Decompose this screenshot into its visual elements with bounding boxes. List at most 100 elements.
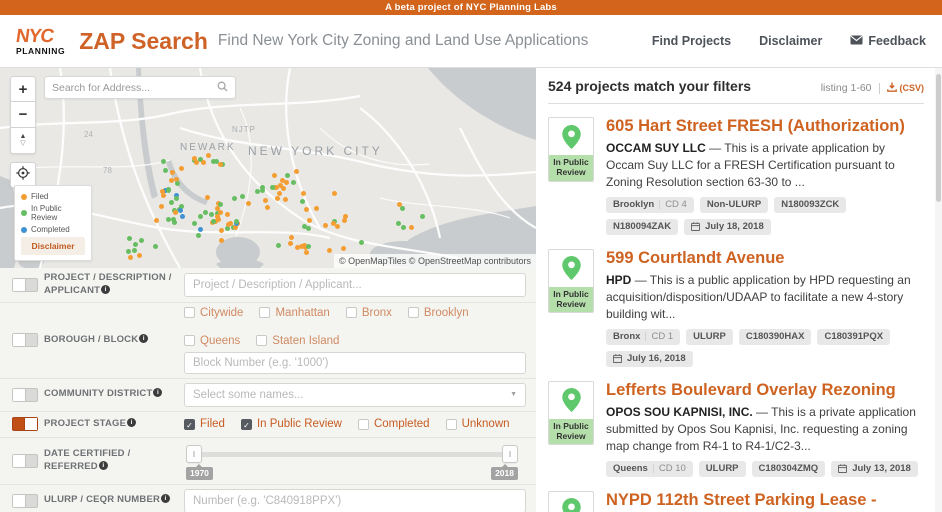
slider-handle-max[interactable]: ‖ [502, 444, 518, 463]
checkbox-in-public-review[interactable]: In Public Review [240, 418, 342, 430]
application-number-tag: N180094ZAK [606, 218, 679, 235]
map-zoom-in-button[interactable]: + [10, 76, 36, 102]
project-filter-label: PROJECT / DESCRIPTION / APPLICANT i [44, 272, 172, 296]
project-status-icon[interactable]: In Public Review [548, 380, 594, 477]
map-pin-icon [549, 250, 593, 287]
block-number-input[interactable] [184, 351, 526, 374]
page-scrollbar[interactable] [935, 68, 942, 512]
scrollbar-thumb[interactable] [936, 74, 941, 202]
community-district-select[interactable]: Select some names... ▼ [184, 382, 526, 407]
project-description: OCCAM SUY LLC — This is a private applic… [606, 140, 895, 189]
date-tag: July 16, 2018 [606, 350, 693, 367]
filter-row-ulurp-number: ULURP / CEQR NUMBER i [0, 485, 536, 512]
application-number-tag: C180390HAX [738, 328, 812, 345]
slider-handle-min[interactable]: ‖ [186, 444, 202, 463]
search-icon [217, 79, 228, 97]
legend-disclaimer-button[interactable]: Disclaimer [21, 237, 85, 255]
community-district-toggle[interactable] [12, 387, 38, 402]
project-title[interactable]: 599 Courtlandt Avenue [606, 249, 924, 269]
compass-down-icon: ▽ [20, 139, 26, 147]
toggle-thumb [13, 494, 26, 507]
checkbox-filed[interactable]: Filed [184, 418, 225, 430]
slider-track[interactable] [188, 451, 516, 457]
checkbox-icon [407, 307, 419, 319]
info-icon[interactable]: i [161, 494, 171, 504]
legend-item-filed: Filed [21, 192, 85, 201]
status-badge: In Public Review [549, 418, 593, 445]
borough-filter-toggle[interactable] [12, 333, 38, 348]
project-status-icon[interactable]: In Public Review [548, 248, 594, 367]
address-search-box [44, 76, 236, 99]
checkbox-queens[interactable]: Queens [184, 335, 240, 347]
applicant-name: OCCAM SUY LLC [606, 140, 706, 155]
project-search-input[interactable] [184, 272, 526, 297]
info-icon[interactable]: i [101, 284, 111, 294]
project-title[interactable]: 605 Hart Street FRESH (Authorization) [606, 117, 924, 137]
results-count: 524 projects match your filters [548, 78, 752, 94]
info-icon[interactable]: i [127, 417, 137, 427]
ulurp-tag: Non-ULURP [699, 196, 769, 213]
ulurp-number-input[interactable] [184, 488, 526, 512]
checkbox-icon [259, 307, 271, 319]
info-icon[interactable]: i [139, 333, 149, 343]
filter-row-project: PROJECT / DESCRIPTION / APPLICANT i [0, 268, 536, 303]
map-attribution[interactable]: © OpenMapTiles © OpenStreetMap contribut… [333, 254, 536, 268]
download-icon [886, 82, 897, 94]
nav-disclaimer[interactable]: Disclaimer [759, 34, 822, 48]
header-nav: Find Projects Disclaimer Feedback [652, 34, 926, 48]
nav-find-projects[interactable]: Find Projects [652, 34, 731, 48]
checkbox-bronx[interactable]: Bronx [345, 307, 392, 319]
filter-row-project-stage: PROJECT STAGEi Filed In Public Review Co… [0, 412, 536, 438]
project-card: In Public Review Lefferts Boulevard Over… [548, 380, 924, 477]
toggle-thumb [13, 454, 26, 467]
divider [548, 103, 924, 104]
legend-item-completed: Completed [21, 225, 85, 234]
csv-download-link[interactable]: (CSV) [886, 82, 924, 94]
address-search-input[interactable] [52, 81, 217, 94]
checkbox-citywide[interactable]: Citywide [184, 307, 243, 319]
toggle-thumb [13, 278, 26, 291]
filter-panel: PROJECT / DESCRIPTION / APPLICANTi BOROU… [0, 268, 536, 512]
map-canvas[interactable]: NEW YORK CITY NEWARK NJTP 24 78 + − ▲ ▽ [0, 68, 536, 268]
checkbox-unknown[interactable]: Unknown [445, 418, 510, 430]
app-subtitle: Find New York City Zoning and Land Use A… [217, 32, 589, 49]
filed-dot-icon [21, 193, 27, 200]
map-zoom-out-button[interactable]: − [10, 102, 36, 128]
project-stage-toggle[interactable] [12, 417, 38, 432]
app-header: NYC PLANNING ZAP Search Find New York Ci… [0, 15, 942, 68]
checkbox-icon [357, 418, 369, 430]
project-status-icon[interactable]: In Public Review [548, 490, 594, 512]
borough-tag: Queens CD 10 [606, 460, 693, 477]
info-icon[interactable]: i [98, 460, 108, 470]
date-certified-toggle[interactable] [12, 453, 38, 468]
checkbox-icon [184, 307, 195, 319]
toggle-thumb [13, 388, 26, 401]
checkbox-brooklyn[interactable]: Brooklyn [407, 307, 469, 319]
project-filter-toggle[interactable] [12, 277, 38, 292]
checkbox-manhattan[interactable]: Manhattan [259, 307, 330, 319]
date-range-slider: ‖ ‖ 1970 2018 [186, 444, 518, 480]
completed-dot-icon [21, 226, 27, 233]
date-tag: July 18, 2018 [684, 218, 771, 235]
project-status-icon[interactable]: In Public Review [548, 117, 594, 235]
checkbox-completed[interactable]: Completed [357, 418, 430, 430]
project-card: In Public Review 599 Courtlandt Avenue H… [548, 248, 924, 367]
map-compass-button[interactable]: ▲ ▽ [10, 128, 36, 154]
project-title[interactable]: NYPD 112th Street Parking Lease - Colleg… [606, 491, 924, 512]
checkbox-staten-island[interactable]: Staten Island [256, 335, 339, 347]
application-number-tag: N180093ZCK [774, 196, 847, 213]
envelope-icon [850, 34, 863, 48]
ulurp-number-label: ULURP / CEQR NUMBER i [44, 494, 184, 507]
nyc-planning-logo[interactable]: NYC PLANNING [15, 26, 65, 56]
ulurp-number-toggle[interactable] [12, 493, 38, 508]
calendar-icon [613, 354, 622, 364]
map-pin-icon [549, 382, 593, 419]
map-pin-icon [549, 492, 593, 512]
map-pin-icon [549, 118, 593, 155]
applicant-name: OPOS SOU KAPNISI, INC. [606, 404, 753, 419]
project-title[interactable]: Lefferts Boulevard Overlay Rezoning [606, 381, 924, 401]
checkbox-icon [345, 307, 357, 319]
nav-feedback[interactable]: Feedback [850, 34, 926, 48]
app-title[interactable]: ZAP Search [79, 28, 208, 55]
info-icon[interactable]: i [153, 388, 163, 398]
